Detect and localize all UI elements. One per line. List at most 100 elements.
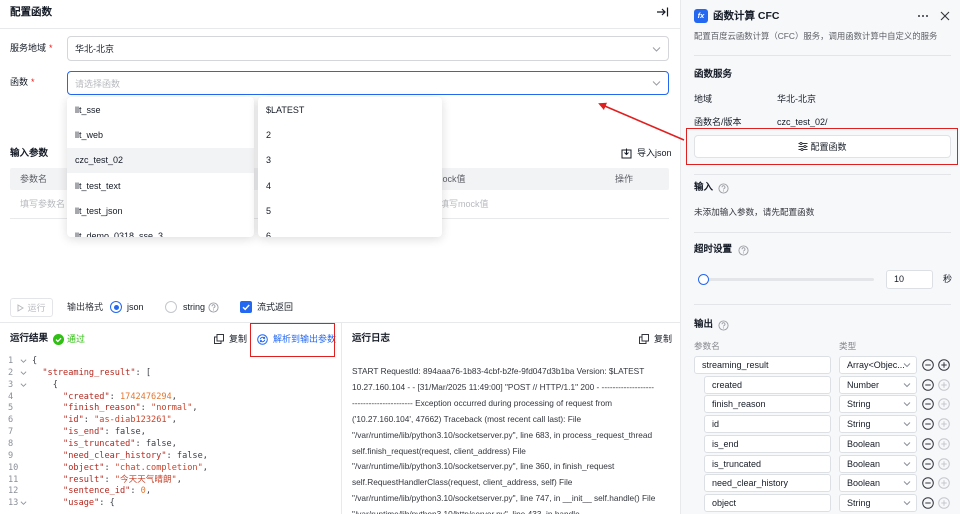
output-param-type-select[interactable]: Boolean [839, 474, 917, 493]
header-param-name: 参数名 [20, 174, 48, 184]
region-select[interactable]: 华北-北京 [67, 36, 669, 61]
output-param-name-input[interactable]: streaming_result [694, 356, 831, 374]
import-json-button[interactable]: 导入json [621, 147, 672, 159]
output-param-name-input[interactable]: created [704, 375, 831, 394]
copy-log-button[interactable]: 复制 [639, 333, 672, 345]
remove-param-icon[interactable] [922, 398, 934, 411]
line-number: 6 [8, 415, 14, 426]
code-text: "is_end": false, [63, 427, 146, 438]
line-number: 12 [8, 486, 19, 497]
version-option[interactable]: 3 [258, 148, 442, 173]
code-text: "sentence_id": 0, [63, 486, 152, 497]
output-param-type: Boolean [847, 458, 881, 469]
streaming-label[interactable]: 流式返回 [257, 301, 293, 313]
log-line: self.RequestHandlerClass(request, client… [352, 477, 573, 488]
function-option[interactable]: llt_sse [67, 98, 254, 123]
remove-param-icon[interactable] [922, 477, 934, 489]
remove-param-icon[interactable] [922, 418, 934, 430]
code-text: "usage": { [63, 498, 115, 509]
function-select[interactable]: 请选择函数 [67, 71, 669, 95]
fold-toggle-icon[interactable] [20, 358, 27, 364]
remove-param-icon[interactable] [922, 437, 934, 450]
output-param-type-select[interactable]: Number [839, 375, 917, 394]
code-token: false [145, 438, 172, 449]
copy-result-button[interactable]: 复制 [214, 333, 247, 345]
line-number: 10 [8, 462, 19, 473]
output-param-type-select[interactable]: String [839, 415, 917, 434]
remove-param-icon[interactable] [922, 497, 934, 509]
output-param-name-input[interactable]: is_end [704, 434, 831, 453]
version-option[interactable]: $LATEST [258, 98, 442, 123]
remove-param-icon[interactable] [922, 457, 934, 470]
copy-icon [214, 334, 224, 344]
add-child-param-icon [938, 477, 950, 489]
import-json-label: 导入json [637, 148, 672, 158]
collapse-right-icon[interactable] [656, 6, 669, 18]
chevron-down-icon [903, 363, 911, 368]
param-name-input[interactable]: 填写参数名 [20, 198, 65, 210]
function-select-placeholder: 请选择函数 [75, 78, 121, 89]
function-option[interactable]: llt_demo_0318_sse_3 [67, 224, 254, 237]
remove-param-icon[interactable] [922, 378, 934, 391]
region-select-value: 华北-北京 [75, 44, 114, 54]
chevron-down-icon [903, 382, 911, 387]
output-param-name: finish_reason [712, 399, 766, 410]
mock-value-input[interactable]: 填写mock值 [440, 198, 489, 210]
region-label: 服务地域 * [10, 42, 53, 54]
help-icon[interactable] [208, 302, 219, 313]
code-token: "created" [63, 391, 110, 402]
chevron-down-icon [903, 402, 911, 407]
streaming-checkbox[interactable] [240, 301, 252, 313]
function-option[interactable]: llt_test_text [67, 174, 254, 199]
output-param-name-input[interactable]: need_clear_history [704, 474, 831, 493]
panel-divider [341, 322, 342, 514]
fold-toggle-icon[interactable] [20, 500, 27, 506]
chevron-down-icon [652, 46, 661, 52]
version-option[interactable]: 6 [258, 224, 442, 237]
code-line: 6 "id": "as-diab123261", [0, 414, 340, 426]
version-option[interactable]: 5 [258, 199, 442, 224]
code-text: "finish_reason": "normal", [63, 403, 198, 414]
code-text: "streaming_result": [ [42, 367, 152, 378]
version-option[interactable]: 4 [258, 174, 442, 199]
code-token: 1742476294 [119, 391, 172, 402]
remove-param-icon[interactable] [922, 359, 934, 371]
code-token: 0 [140, 486, 146, 497]
format-radio-string[interactable] [165, 301, 177, 313]
output-param-type-select[interactable]: Boolean [839, 454, 917, 473]
add-child-param-icon[interactable] [938, 359, 950, 371]
code-token: false [114, 427, 141, 438]
run-button[interactable]: 运行 [10, 298, 53, 317]
log-line: "/var/runtime/lib/python3.10/http/server… [352, 506, 670, 514]
output-param-name-input[interactable]: finish_reason [704, 395, 831, 414]
result-code-viewer[interactable]: 1{2 "streaming_result": [3 {4 "created":… [0, 355, 340, 514]
run-log[interactable]: START RequestId: 894aaa76-1b83-4cbf-b2fe… [352, 363, 670, 514]
line-number: 7 [8, 427, 14, 438]
output-param-name-input[interactable]: id [704, 415, 831, 434]
fold-toggle-icon[interactable] [20, 382, 27, 388]
chevron-down-icon [903, 501, 911, 506]
output-param-type-select[interactable]: Boolean [839, 434, 917, 453]
output-param-type: String [847, 399, 871, 410]
fold-toggle-icon[interactable] [20, 370, 27, 376]
output-param-type-select[interactable]: String [839, 395, 917, 414]
function-option[interactable]: llt_test_json [67, 199, 254, 224]
output-param-type: Boolean [847, 478, 881, 489]
output-param-name-input[interactable]: object [704, 493, 831, 512]
output-param-name: created [712, 379, 743, 390]
output-param-name-input[interactable]: is_truncated [704, 454, 831, 473]
parse-to-output-button[interactable]: 解析到输出参数 [257, 333, 336, 345]
output-param-type-select[interactable]: Array<Objec... [839, 356, 917, 374]
log-line: START RequestId: 894aaa76-1b83-4cbf-b2fe… [352, 366, 645, 376]
function-option[interactable]: llt_web [67, 123, 254, 148]
output-param-type-select[interactable]: String [839, 493, 917, 512]
code-line: 5 "finish_reason": "normal", [0, 402, 340, 414]
version-option[interactable]: 2 [258, 123, 442, 148]
format-radio-string-label[interactable]: string [183, 301, 205, 313]
code-text: { [32, 379, 58, 390]
format-radio-json[interactable] [110, 301, 122, 313]
output-param-type: String [847, 419, 871, 430]
chevron-down-icon [903, 481, 911, 486]
function-option[interactable]: czc_test_02 [67, 148, 254, 174]
format-radio-json-label[interactable]: json [127, 301, 144, 313]
